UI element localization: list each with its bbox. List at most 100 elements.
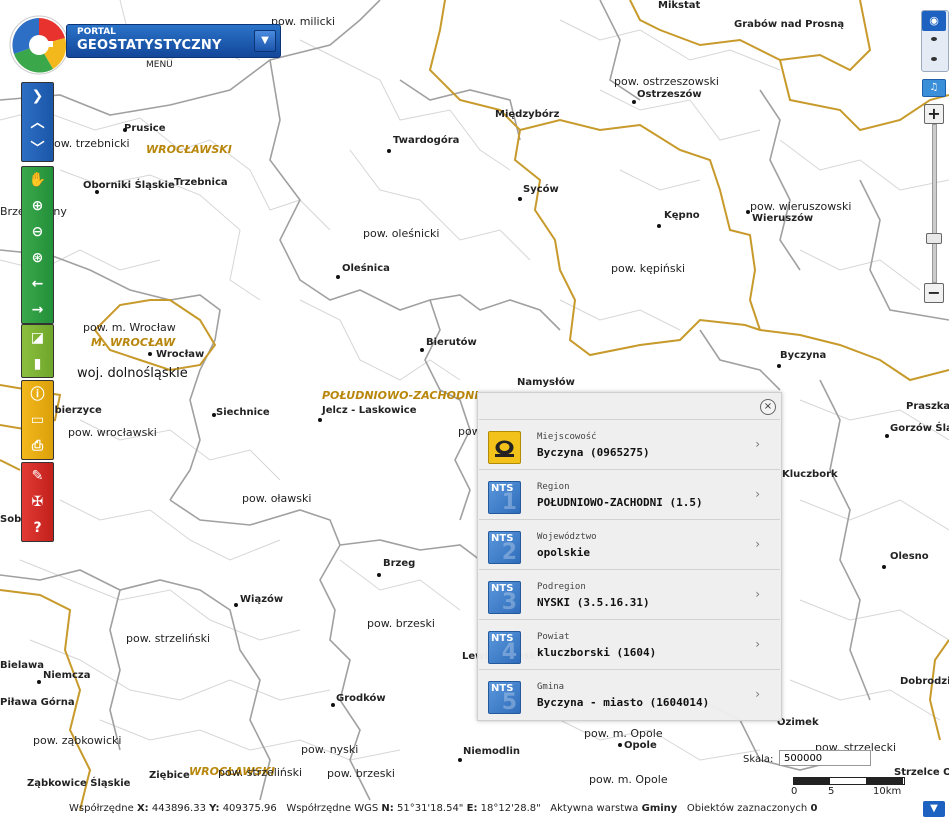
map-label: pow. strzeliński xyxy=(218,766,303,779)
feature-info-popup: × Miejscowość Byczyna (0965275) › NTS 1 Regio… xyxy=(477,392,782,721)
tools-wrench-icon[interactable]: ✎ xyxy=(22,463,53,489)
rectangle-select-icon[interactable]: ▭ xyxy=(22,407,53,433)
map-label: Praszka xyxy=(906,401,949,412)
nts-level: 1 xyxy=(501,490,517,515)
popup-row-value: Byczyna - miasto (1604014) xyxy=(537,696,710,709)
popup-row[interactable]: NTS 5 Gmina Byczyna - miasto (1604014) › xyxy=(479,669,780,719)
map-label: pow. ząbkowicki xyxy=(33,734,122,747)
popup-row[interactable]: NTS 4 Powiat kluczborski (1604) › xyxy=(479,619,780,669)
chevron-down-icon[interactable]: ▼ xyxy=(923,801,945,817)
map-label: WROCŁAWSKI xyxy=(146,143,232,156)
portal-logo-icon[interactable] xyxy=(8,14,70,76)
map-label: Wrocław xyxy=(156,349,205,360)
chevron-right-icon[interactable]: › xyxy=(755,637,760,651)
stats-toolbar: ◪ ▮ xyxy=(21,324,54,378)
city-marker xyxy=(234,603,238,607)
zoom-plus-button[interactable]: + xyxy=(924,104,944,124)
city-marker xyxy=(458,758,462,762)
map-label: pow. wieruszowski xyxy=(750,200,852,213)
portal-menu-button[interactable]: PORTAL GEOSTATYSTYCZNY ▼ xyxy=(66,24,281,58)
nts5-icon: NTS 5 xyxy=(488,681,521,715)
map-label: Opole xyxy=(624,740,657,751)
bar-chart-icon[interactable]: ▮ xyxy=(22,351,53,377)
chevron-right-icon[interactable]: › xyxy=(755,537,760,551)
map-label: Prusice xyxy=(124,123,166,134)
zoom-in-icon[interactable]: ⊕ xyxy=(22,193,53,219)
map-label: Bielawa xyxy=(0,660,44,671)
zoom-extent-icon[interactable]: ⊛ xyxy=(22,245,53,271)
layers-icon[interactable]: ◪ xyxy=(22,325,53,351)
view-option-icon[interactable] xyxy=(931,37,937,41)
popup-row-title: Miejscowość xyxy=(537,432,597,442)
uk-flag-icon[interactable]: ✠ xyxy=(22,489,53,515)
back-arrow-icon[interactable]: ← xyxy=(22,271,53,297)
popup-row-value: Byczyna (0965275) xyxy=(537,446,650,459)
nav-toolbar: ❯ ︿ ﹀ xyxy=(21,82,54,162)
city-marker xyxy=(632,100,636,104)
zoom-slider-thumb[interactable] xyxy=(926,233,942,244)
chevron-down-icon[interactable]: ﹀ xyxy=(22,135,53,161)
expand-arrow-icon[interactable]: ❯ xyxy=(22,83,53,109)
popup-row[interactable]: NTS 3 Podregion NYSKI (3.5.16.31) › xyxy=(479,569,780,619)
status-bar: Współrzędne X: 443896.33 Y: 409375.96 Ws… xyxy=(69,803,817,814)
chevron-right-icon[interactable]: › xyxy=(755,437,760,451)
chevron-right-icon[interactable]: › xyxy=(755,587,760,601)
map-label: pow. ostrzeszowski xyxy=(614,75,719,88)
zoom-slider-track[interactable] xyxy=(932,124,937,283)
popup-row[interactable]: NTS 2 Województwo opolskie › xyxy=(479,519,780,569)
y-label: Y: xyxy=(209,803,220,814)
print-icon[interactable]: ⎙ xyxy=(22,433,53,459)
map-label: Kępno xyxy=(664,210,700,221)
map-label: Ziębice xyxy=(149,770,190,781)
layer-value: Gminy xyxy=(641,803,678,814)
popup-row[interactable]: NTS 1 Region POŁUDNIOWO-ZACHODNI (1.5) › xyxy=(479,469,780,519)
city-marker xyxy=(123,128,127,132)
zoom-minus-button[interactable]: − xyxy=(924,283,944,303)
city-marker xyxy=(618,743,622,747)
close-icon[interactable]: × xyxy=(760,399,776,415)
popup-row-title: Podregion xyxy=(537,582,586,592)
popup-row-title: Powiat xyxy=(537,632,570,642)
view-option-icon[interactable] xyxy=(931,57,937,61)
scale-input[interactable]: 500000 xyxy=(779,750,871,766)
help-icon[interactable]: ? xyxy=(22,515,53,541)
map-label: pow. strzeliński xyxy=(126,632,211,645)
pan-hand-icon[interactable]: ✋ xyxy=(22,167,53,193)
map-label: Namysłów xyxy=(517,377,575,388)
scale-bar xyxy=(793,777,905,785)
map-tools-toolbar: ✋ ⊕ ⊖ ⊛ ← → xyxy=(21,166,54,324)
popup-row-value: opolskie xyxy=(537,546,590,559)
popup-row-title: Region xyxy=(537,482,570,492)
scale-tick: 10km xyxy=(873,786,902,797)
chevron-right-icon[interactable]: › xyxy=(755,487,760,501)
map-label: pow. nyski xyxy=(301,743,359,756)
x-label: X: xyxy=(136,803,149,814)
chevron-up-icon[interactable]: ︿ xyxy=(22,109,53,135)
city-marker xyxy=(657,224,661,228)
map-label: M. WROCŁAW xyxy=(91,336,176,349)
eye-icon[interactable]: ◉ xyxy=(922,11,946,31)
map-label: Grabów nad Prosną xyxy=(734,19,845,30)
city-marker xyxy=(377,573,381,577)
map-label: Wieruszów xyxy=(752,213,814,224)
map-label: pow. brzeski xyxy=(327,767,395,780)
forward-arrow-icon[interactable]: → xyxy=(22,297,53,323)
info-icon[interactable]: ⓘ xyxy=(22,381,53,407)
chevron-right-icon[interactable]: › xyxy=(755,687,760,701)
e-label: E: xyxy=(466,803,478,814)
zoom-out-icon[interactable]: ⊖ xyxy=(22,219,53,245)
city-marker xyxy=(746,210,750,214)
nts-level: 3 xyxy=(501,590,517,615)
nts2-icon: NTS 2 xyxy=(488,531,521,565)
map-label: Oleśnica xyxy=(342,263,390,274)
map-label: Dobrodzień xyxy=(900,676,949,687)
map-label: Brzeg xyxy=(383,558,416,569)
music-note-icon[interactable]: ♫ xyxy=(922,79,946,97)
chevron-down-icon[interactable]: ▼ xyxy=(254,30,276,52)
map-label: Grodków xyxy=(336,693,386,704)
map-label: Niemodlin xyxy=(463,746,521,757)
nts-level: 2 xyxy=(501,540,517,565)
map-label: Jelcz - Laskowice xyxy=(322,405,417,416)
scale-tick: 5 xyxy=(828,786,835,797)
popup-row[interactable]: Miejscowość Byczyna (0965275) › xyxy=(479,419,780,469)
